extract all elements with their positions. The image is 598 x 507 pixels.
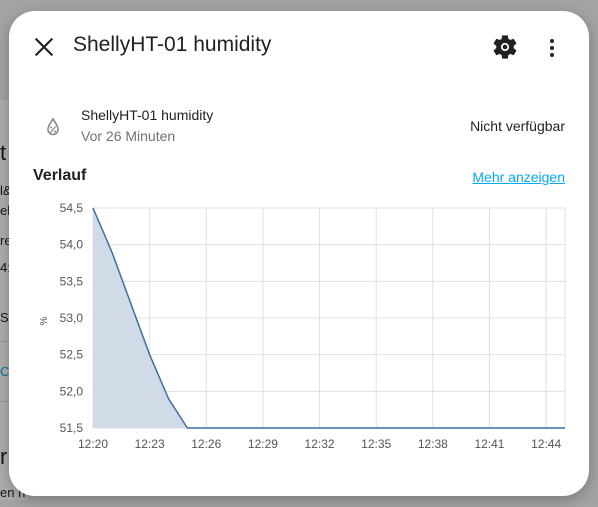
water-percent-off-icon: [47, 117, 59, 136]
y-tick-label: 52,0: [60, 384, 84, 398]
x-tick-label: 12:29: [248, 437, 278, 451]
x-tick-label: 12:26: [191, 437, 221, 451]
y-tick-label: 53,5: [60, 274, 84, 288]
more-menu-button[interactable]: [541, 35, 563, 61]
y-tick-label: 54,5: [60, 201, 84, 215]
history-title: Verlauf: [33, 167, 87, 184]
history-chart: 54,5 54,0 53,5 53,0 52,5 52,0 51,5 12:20 12:23 12…: [39, 201, 566, 451]
more-vertical-icon: [550, 39, 554, 57]
y-axis-label: %: [39, 316, 50, 325]
y-tick-label: 52,5: [60, 348, 84, 362]
entity-last-changed: Vor 26 Minuten: [81, 128, 176, 144]
entity-more-info-dialog: ShellyHT-01 humidity ShellyHT-01 humidit…: [9, 11, 589, 496]
close-icon: [34, 37, 54, 57]
x-tick-label: 12:38: [418, 437, 448, 451]
y-tick-label: 51,5: [60, 421, 84, 435]
entity-row: ShellyHT-01 humidity Vor 26 Minuten Nich…: [33, 103, 565, 147]
close-button[interactable]: [31, 34, 57, 60]
x-tick-label: 12:41: [474, 437, 504, 451]
entity-name: ShellyHT-01 humidity: [81, 107, 214, 123]
dialog-title: ShellyHT-01 humidity: [73, 33, 272, 56]
x-tick-label: 12:23: [135, 437, 165, 451]
x-tick-label: 12:32: [305, 437, 335, 451]
y-tick-label: 54,0: [60, 238, 84, 252]
x-tick-label: 12:35: [361, 437, 391, 451]
y-tick-label: 53,0: [60, 311, 84, 325]
entity-state: Nicht verfügbar: [470, 118, 565, 134]
x-tick-label: 12:44: [531, 437, 561, 451]
show-more-link[interactable]: Mehr anzeigen: [472, 169, 565, 185]
settings-button[interactable]: [491, 33, 519, 61]
gear-icon: [493, 35, 517, 59]
x-tick-label: 12:20: [78, 437, 108, 451]
